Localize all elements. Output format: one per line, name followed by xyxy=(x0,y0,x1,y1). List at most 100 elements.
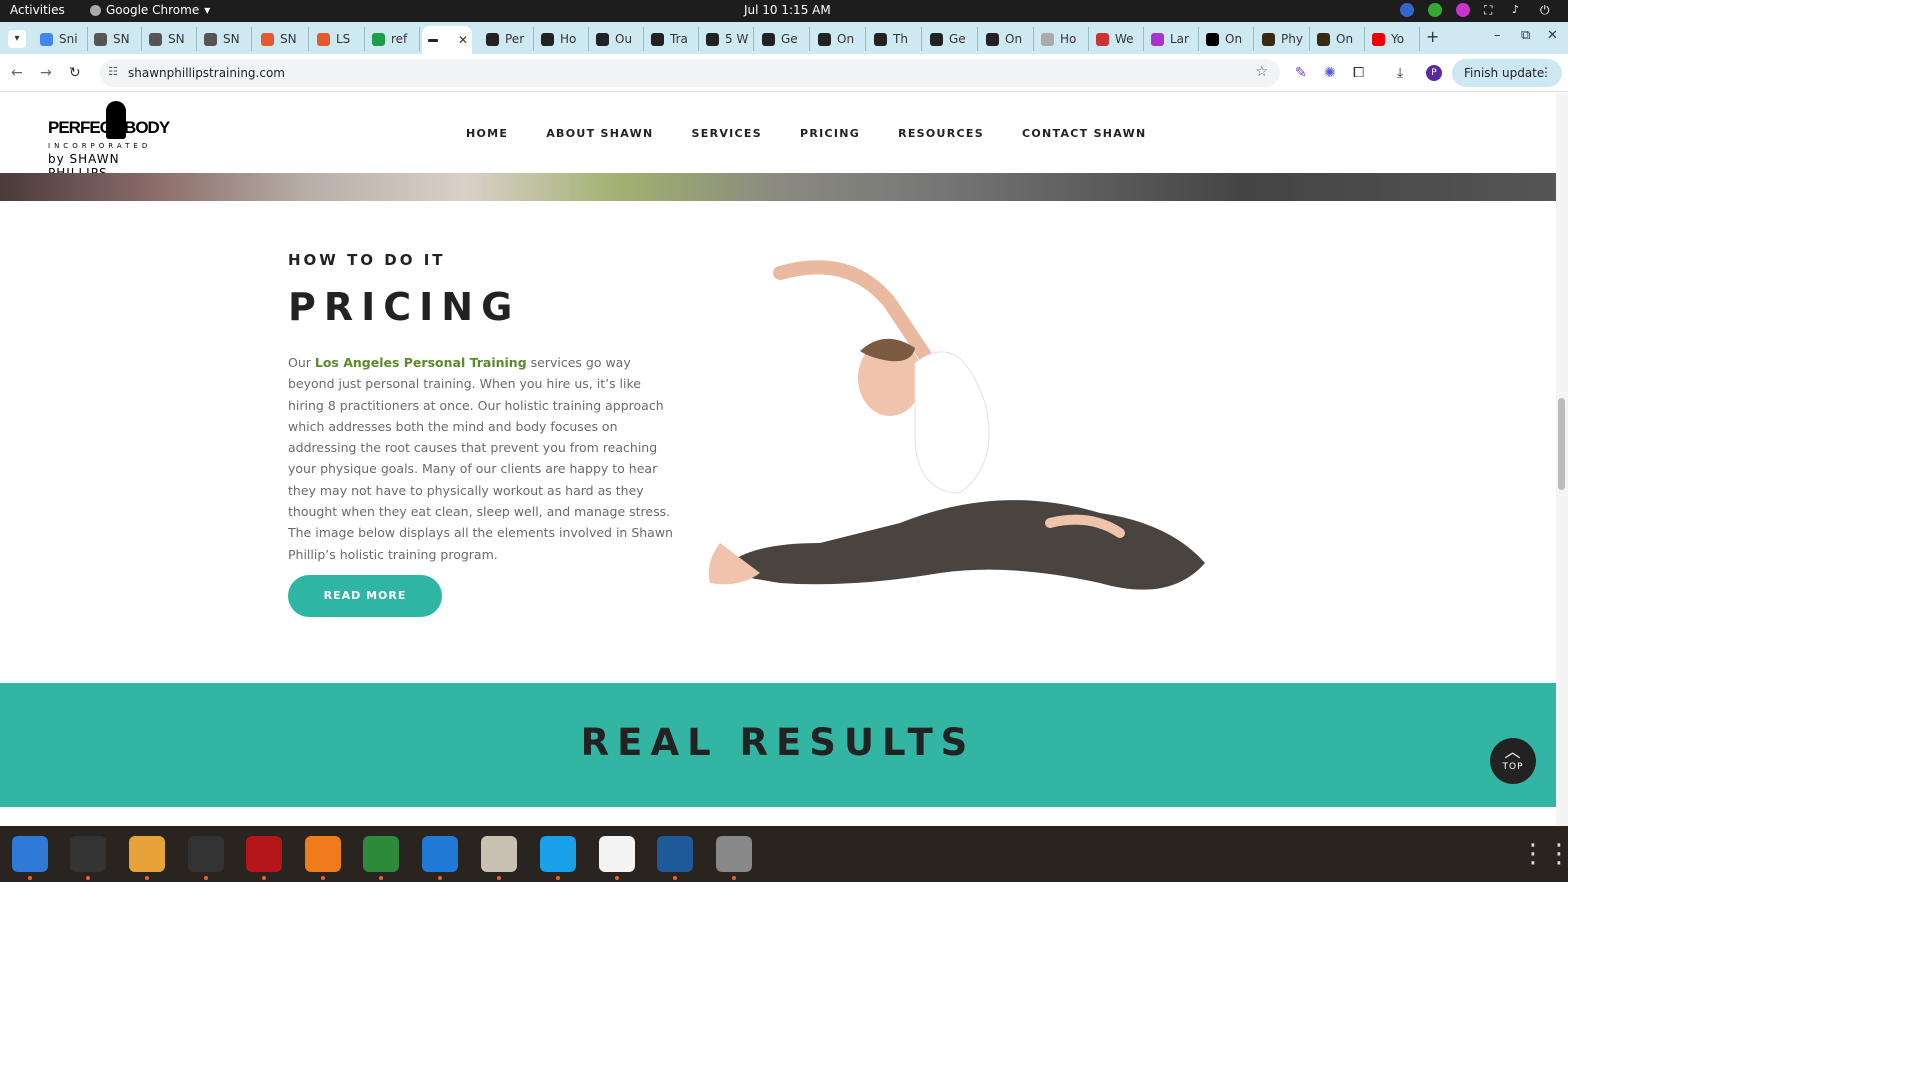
page-scrollbar[interactable] xyxy=(1556,93,1568,826)
read-more-button[interactable]: READ MORE xyxy=(288,575,442,617)
browser-tab[interactable]: SN xyxy=(143,27,197,51)
tab-favicon-icon xyxy=(317,32,330,46)
firefox-icon[interactable] xyxy=(305,836,341,872)
tab-favicon-icon xyxy=(930,32,943,46)
browser-tab[interactable]: We xyxy=(1090,27,1144,51)
sparkle-extension-icon[interactable]: ✺ xyxy=(1324,65,1336,81)
tab-close-icon[interactable]: ✕ xyxy=(458,33,468,47)
kebab-menu-icon[interactable]: ⋮ xyxy=(1540,65,1552,79)
browser-tab[interactable]: Tra xyxy=(645,27,699,51)
browser-tab[interactable]: On xyxy=(1311,27,1365,51)
browser-tab[interactable]: Yo xyxy=(1366,27,1420,51)
filezilla-icon[interactable] xyxy=(246,836,282,872)
tray-check-icon[interactable] xyxy=(1428,3,1442,17)
back-icon[interactable]: ← xyxy=(11,65,23,81)
scrollbar-thumb[interactable] xyxy=(1558,398,1565,490)
address-bar[interactable]: ☷ shawnphillipstraining.com ☆ xyxy=(100,59,1280,87)
perfect-body-logo[interactable]: PERFECT BODY INCORPORATED by SHAWN PHILL… xyxy=(48,101,180,180)
profile-avatar[interactable]: P xyxy=(1426,65,1442,81)
tab-label: SN xyxy=(168,32,185,46)
browser-tab[interactable]: SN xyxy=(88,27,142,51)
tab-strip: ▾ Sni SN SN SN SN LS ref Per Ho Ou Tra 5 W Ge On Th Ge O… xyxy=(0,22,1568,54)
extensions-puzzle-icon[interactable]: ⧠ xyxy=(1353,65,1364,81)
app-grid-icon[interactable]: ⋮⋮ xyxy=(1520,836,1572,872)
tab-favicon-icon xyxy=(1041,32,1054,46)
document-viewer-icon[interactable] xyxy=(657,836,693,872)
browser-tab[interactable]: LS xyxy=(311,27,365,51)
tab-search-button[interactable]: ▾ xyxy=(8,30,26,48)
browser-tab[interactable]: Th xyxy=(868,27,922,51)
browser-tab[interactable]: On xyxy=(812,27,866,51)
system-tray[interactable]: ⛶ ♪ ⏻ xyxy=(1400,3,1554,17)
running-indicator xyxy=(673,876,677,880)
volume-icon[interactable]: ♪ xyxy=(1512,3,1526,17)
tray-app-icon[interactable] xyxy=(1400,3,1414,17)
tab-favicon-icon xyxy=(372,32,385,46)
terminal-icon[interactable] xyxy=(70,836,106,872)
browser-tab[interactable]: On xyxy=(980,27,1034,51)
browser-tab[interactable]: Ho xyxy=(1035,27,1089,51)
toolbar: ← → ↻ ☷ shawnphillipstraining.com ☆ ✎ ✺ … xyxy=(0,54,1568,92)
disks-icon[interactable] xyxy=(716,836,752,872)
finish-update-button[interactable]: Finish update ⋮ xyxy=(1452,59,1562,87)
forward-icon[interactable]: → xyxy=(40,65,52,81)
app-menu[interactable]: Google Chrome ▾ xyxy=(90,3,210,17)
tab-favicon-icon xyxy=(261,32,274,46)
power-icon[interactable]: ⏻ xyxy=(1540,3,1554,17)
tab-label: Lar xyxy=(1170,32,1189,46)
browser-tab[interactable]: Ho xyxy=(535,27,589,51)
browser-tab[interactable]: Phy xyxy=(1256,27,1310,51)
browser-tab[interactable]: ref xyxy=(366,27,420,51)
skype-icon[interactable] xyxy=(540,836,576,872)
minimize-icon[interactable]: – xyxy=(1494,28,1501,43)
browser-tab[interactable]: On xyxy=(1200,27,1254,51)
calculator-icon[interactable] xyxy=(129,836,165,872)
bookmark-star-icon[interactable]: ☆ xyxy=(1255,64,1268,80)
site-info-icon[interactable]: ☷ xyxy=(108,65,118,78)
download-icon[interactable]: ⤓ xyxy=(1397,65,1403,81)
chrome-icon[interactable] xyxy=(363,836,399,872)
reload-icon[interactable]: ↻ xyxy=(69,65,81,81)
browser-tab[interactable]: Ge xyxy=(756,27,810,51)
nav-pricing[interactable]: PRICING xyxy=(800,127,860,140)
browser-tab[interactable]: Lar xyxy=(1145,27,1199,51)
new-tab-icon[interactable]: + xyxy=(1426,27,1439,46)
running-indicator xyxy=(497,876,501,880)
la-personal-training-link[interactable]: Los Angeles Personal Training xyxy=(315,355,527,370)
vscode-icon[interactable] xyxy=(422,836,458,872)
running-indicator xyxy=(379,876,383,880)
tab-label: On xyxy=(1336,32,1354,46)
browser-tab[interactable]: Sni xyxy=(34,27,88,51)
browser-tab[interactable]: 5 W xyxy=(700,27,754,51)
tab-favicon-icon xyxy=(204,32,217,46)
close-window-icon[interactable]: ✕ xyxy=(1547,28,1558,43)
body-text-start: Our xyxy=(288,355,315,370)
back-to-top-button[interactable]: ︿ TOP xyxy=(1490,738,1536,784)
chrome-icon xyxy=(90,4,101,16)
nav-contact-shawn[interactable]: CONTACT SHAWN xyxy=(1022,127,1147,140)
running-indicator xyxy=(438,876,442,880)
text-editor-icon[interactable] xyxy=(599,836,635,872)
thunderbird-icon[interactable] xyxy=(12,836,48,872)
clock[interactable]: Jul 10 1:15 AM xyxy=(744,3,831,17)
nav-resources[interactable]: RESOURCES xyxy=(898,127,984,140)
browser-tab[interactable]: Ou xyxy=(590,27,644,51)
browser-tab[interactable]: SN xyxy=(198,27,252,51)
os-top-bar: Activities Google Chrome ▾ Jul 10 1:15 A… xyxy=(0,0,1568,22)
browser-tab[interactable]: Per xyxy=(480,27,534,51)
browser-tab[interactable]: SN xyxy=(255,27,309,51)
network-icon[interactable]: ⛶ xyxy=(1484,3,1498,17)
tab-favicon-icon xyxy=(40,32,53,46)
browser-tab[interactable]: Ge xyxy=(924,27,978,51)
nav-services[interactable]: SERVICES xyxy=(692,127,762,140)
nav-about-shawn[interactable]: ABOUT SHAWN xyxy=(546,127,653,140)
pen-extension-icon[interactable]: ✎ xyxy=(1295,65,1307,81)
nav-home[interactable]: HOME xyxy=(466,127,508,140)
tray-color-icon[interactable] xyxy=(1456,3,1470,17)
maximize-icon[interactable]: ⧉ xyxy=(1521,28,1530,43)
files-icon[interactable] xyxy=(481,836,517,872)
system-monitor-icon[interactable] xyxy=(188,836,224,872)
active-browser-tab[interactable]: ✕ xyxy=(422,26,472,54)
activities-button[interactable]: Activities xyxy=(10,3,65,17)
stretching-woman-photo xyxy=(708,260,1205,590)
